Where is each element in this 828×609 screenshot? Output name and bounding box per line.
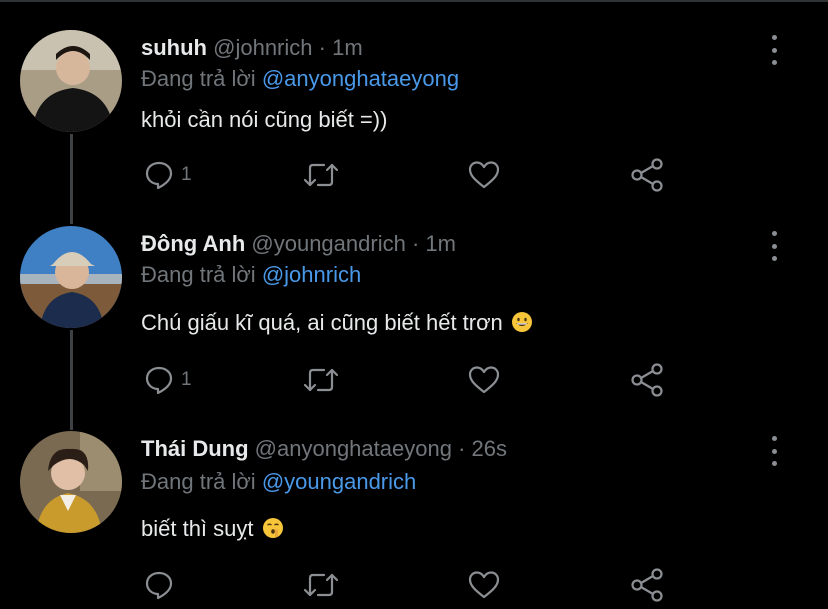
timestamp[interactable]: 26s bbox=[472, 436, 507, 461]
like-icon bbox=[468, 161, 500, 189]
like-button[interactable] bbox=[467, 155, 501, 195]
grinning-face-emoji bbox=[511, 312, 532, 332]
tweet-text-content: biết thì suỵt bbox=[141, 516, 254, 541]
share-button[interactable] bbox=[630, 155, 664, 195]
mention-link[interactable]: @youngandrich bbox=[262, 469, 416, 494]
like-button[interactable] bbox=[467, 360, 501, 400]
tweet-text-content: khỏi cần nói cũng biết =)) bbox=[141, 107, 388, 132]
reply-count: 1 bbox=[181, 369, 192, 390]
replying-to-label: Đang trả lời bbox=[141, 262, 256, 287]
like-icon bbox=[468, 571, 500, 599]
timestamp[interactable]: 1m bbox=[332, 35, 363, 60]
action-bar bbox=[0, 565, 828, 605]
reply-button[interactable] bbox=[143, 565, 181, 605]
user-handle[interactable]: @anyonghataeyong bbox=[255, 436, 452, 461]
avatar[interactable] bbox=[20, 226, 122, 328]
tweet[interactable]: Thái Dung @anyonghataeyong · 26s Đang tr… bbox=[0, 410, 828, 609]
tweet-text-content: Chú giấu kĩ quá, ai cũng biết hết trơn bbox=[141, 310, 503, 335]
share-button[interactable] bbox=[630, 360, 664, 400]
tweet-text: biết thì suỵt bbox=[141, 516, 284, 542]
timestamp[interactable]: 1m bbox=[425, 231, 456, 256]
more-icon[interactable] bbox=[764, 231, 784, 261]
avatar[interactable] bbox=[20, 30, 122, 132]
more-icon[interactable] bbox=[764, 35, 784, 65]
like-button[interactable] bbox=[467, 565, 501, 605]
display-name[interactable]: suhuh bbox=[141, 35, 207, 60]
more-icon[interactable] bbox=[764, 436, 784, 466]
retweet-icon bbox=[303, 163, 339, 187]
separator-dot: · bbox=[458, 436, 466, 461]
display-name[interactable]: Đông Anh bbox=[141, 231, 245, 256]
tweet[interactable]: suhuh @johnrich · 1m Đang trả lời @anyon… bbox=[0, 0, 828, 200]
reply-count: 1 bbox=[181, 164, 192, 185]
share-icon bbox=[631, 158, 663, 192]
share-icon bbox=[631, 568, 663, 602]
replying-to-label: Đang trả lời bbox=[141, 469, 256, 494]
share-icon bbox=[631, 363, 663, 397]
reply-icon bbox=[145, 366, 173, 395]
separator-dot: · bbox=[411, 231, 420, 256]
display-name[interactable]: Thái Dung bbox=[141, 436, 249, 461]
user-handle[interactable]: @youngandrich bbox=[251, 231, 405, 256]
like-icon bbox=[468, 366, 500, 394]
separator-dot: · bbox=[318, 35, 326, 60]
tweet[interactable]: Đông Anh @youngandrich · 1m Đang trả lời… bbox=[0, 200, 828, 410]
mention-link[interactable]: @anyonghataeyong bbox=[262, 66, 459, 91]
retweet-button[interactable] bbox=[302, 565, 340, 605]
retweet-icon bbox=[303, 368, 339, 392]
action-bar: 1 bbox=[0, 360, 828, 400]
reply-icon bbox=[145, 161, 173, 190]
shushing-face-emoji bbox=[262, 518, 283, 538]
action-bar: 1 bbox=[0, 155, 828, 195]
retweet-button[interactable] bbox=[302, 360, 340, 400]
tweet-text: Chú giấu kĩ quá, ai cũng biết hết trơn bbox=[141, 310, 533, 336]
share-button[interactable] bbox=[630, 565, 664, 605]
reply-icon bbox=[145, 571, 173, 600]
reply-button[interactable]: 1 bbox=[143, 360, 192, 400]
avatar[interactable] bbox=[20, 431, 122, 533]
retweet-icon bbox=[303, 573, 339, 597]
reply-button[interactable]: 1 bbox=[143, 155, 192, 195]
user-handle[interactable]: @johnrich bbox=[213, 35, 312, 60]
tweet-text: khỏi cần nói cũng biết =)) bbox=[141, 107, 387, 133]
mention-link[interactable]: @johnrich bbox=[262, 262, 361, 287]
retweet-button[interactable] bbox=[302, 155, 340, 195]
replying-to-label: Đang trả lời bbox=[141, 66, 256, 91]
